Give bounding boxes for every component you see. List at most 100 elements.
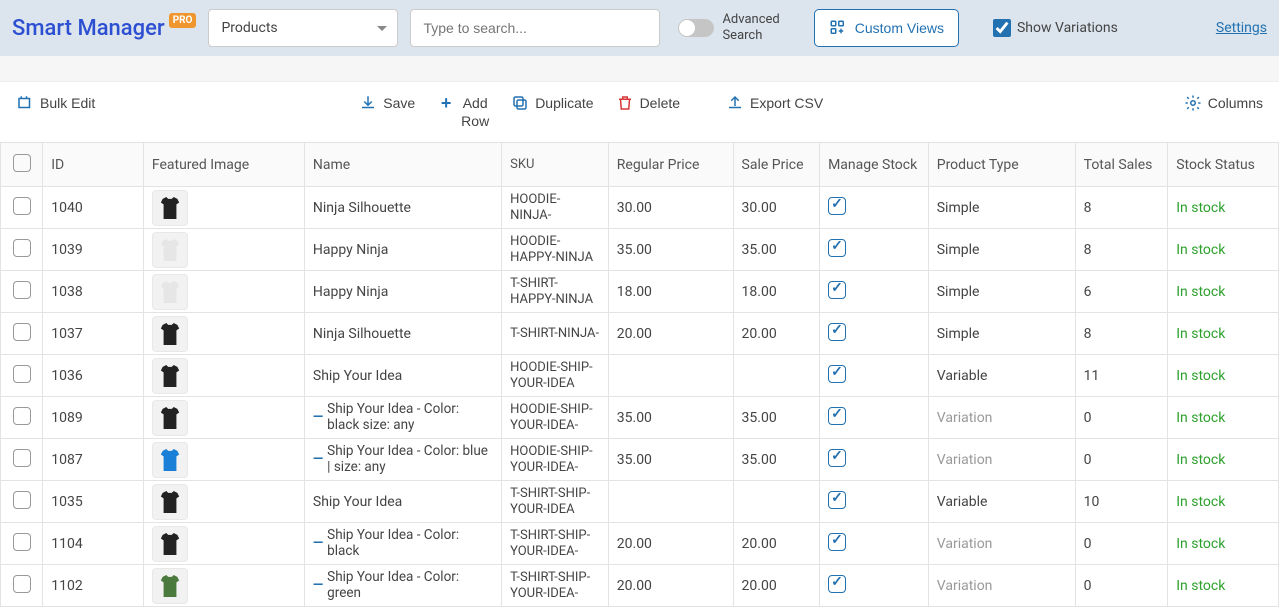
cell-manage-stock[interactable] (820, 565, 929, 607)
cell-manage-stock[interactable] (820, 313, 929, 355)
cell-total-sales[interactable]: 0 (1075, 397, 1168, 439)
cell-sku[interactable]: T-SHIRT-SHIP-YOUR-IDEA- (502, 523, 609, 565)
manage-stock-checkbox[interactable] (828, 407, 846, 425)
cell-regular-price[interactable]: 35.00 (608, 397, 733, 439)
cell-product-type[interactable]: Simple (928, 187, 1075, 229)
cell-image[interactable] (143, 313, 304, 355)
cell-image[interactable] (143, 229, 304, 271)
row-checkbox[interactable] (13, 365, 31, 383)
duplicate-button[interactable]: Duplicate (511, 94, 593, 130)
cell-product-type[interactable]: Variation (928, 397, 1075, 439)
bulk-edit-button[interactable]: Bulk Edit (16, 94, 95, 112)
cell-sku[interactable]: HOODIE-HAPPY-NINJA (502, 229, 609, 271)
cell-image[interactable] (143, 523, 304, 565)
row-checkbox[interactable] (13, 575, 31, 593)
cell-total-sales[interactable]: 10 (1075, 481, 1168, 523)
cell-image[interactable] (143, 397, 304, 439)
cell-sale-price[interactable]: 20.00 (733, 313, 820, 355)
cell-id[interactable]: 1102 (43, 565, 144, 607)
cell-sku[interactable]: T-SHIRT-SHIP-YOUR-IDEA (502, 481, 609, 523)
cell-product-type[interactable]: Variable (928, 481, 1075, 523)
add-row-button[interactable]: + AddRow (437, 94, 489, 130)
cell-name[interactable]: Ninja Silhouette (304, 187, 501, 229)
cell-stock-status[interactable]: In stock (1168, 565, 1279, 607)
cell-id[interactable]: 1089 (43, 397, 144, 439)
cell-sku[interactable]: HOODIE-SHIP-YOUR-IDEA- (502, 439, 609, 481)
cell-regular-price[interactable] (608, 481, 733, 523)
cell-product-type[interactable]: Variation (928, 439, 1075, 481)
cell-image[interactable] (143, 481, 304, 523)
cell-total-sales[interactable]: 0 (1075, 439, 1168, 481)
cell-stock-status[interactable]: In stock (1168, 481, 1279, 523)
cell-sale-price[interactable]: 18.00 (733, 271, 820, 313)
cell-sale-price[interactable] (733, 481, 820, 523)
custom-views-button[interactable]: Custom Views (814, 9, 959, 47)
manage-stock-checkbox[interactable] (828, 239, 846, 257)
cell-stock-status[interactable]: In stock (1168, 229, 1279, 271)
cell-stock-status[interactable]: In stock (1168, 397, 1279, 439)
cell-stock-status[interactable]: In stock (1168, 271, 1279, 313)
col-id[interactable]: ID (43, 143, 144, 187)
cell-total-sales[interactable]: 8 (1075, 187, 1168, 229)
search-input[interactable] (410, 9, 660, 47)
save-button[interactable]: Save (359, 94, 415, 130)
manage-stock-checkbox[interactable] (828, 575, 846, 593)
settings-link[interactable]: Settings (1216, 20, 1267, 36)
cell-total-sales[interactable]: 6 (1075, 271, 1168, 313)
manage-stock-checkbox[interactable] (828, 323, 846, 341)
cell-sale-price[interactable]: 35.00 (733, 229, 820, 271)
cell-id[interactable]: 1037 (43, 313, 144, 355)
col-stock-status[interactable]: Stock Status (1168, 143, 1279, 187)
cell-image[interactable] (143, 187, 304, 229)
manage-stock-checkbox[interactable] (828, 365, 846, 383)
cell-sku[interactable]: HOODIE-SHIP-YOUR-IDEA- (502, 397, 609, 439)
cell-name[interactable]: —Ship Your Idea - Color: green (304, 565, 501, 607)
cell-product-type[interactable]: Variation (928, 523, 1075, 565)
cell-product-type[interactable]: Variable (928, 355, 1075, 397)
cell-total-sales[interactable]: 0 (1075, 565, 1168, 607)
cell-sale-price[interactable]: 35.00 (733, 397, 820, 439)
col-manage-stock[interactable]: Manage Stock (820, 143, 929, 187)
select-all-checkbox[interactable] (13, 154, 31, 172)
cell-stock-status[interactable]: In stock (1168, 187, 1279, 229)
cell-sku[interactable]: T-SHIRT-SHIP-YOUR-IDEA- (502, 565, 609, 607)
cell-name[interactable]: —Ship Your Idea - Color: blue | size: an… (304, 439, 501, 481)
cell-id[interactable]: 1087 (43, 439, 144, 481)
cell-manage-stock[interactable] (820, 397, 929, 439)
cell-sale-price[interactable]: 20.00 (733, 565, 820, 607)
show-variations-checkbox[interactable]: Show Variations (993, 19, 1118, 37)
cell-manage-stock[interactable] (820, 439, 929, 481)
cell-manage-stock[interactable] (820, 523, 929, 565)
cell-product-type[interactable]: Simple (928, 313, 1075, 355)
manage-stock-checkbox[interactable] (828, 491, 846, 509)
advanced-search-toggle[interactable] (678, 19, 714, 37)
row-checkbox[interactable] (13, 197, 31, 215)
cell-stock-status[interactable]: In stock (1168, 523, 1279, 565)
cell-name[interactable]: Ninja Silhouette (304, 313, 501, 355)
col-featured-image[interactable]: Featured Image (143, 143, 304, 187)
cell-total-sales[interactable]: 0 (1075, 523, 1168, 565)
row-checkbox[interactable] (13, 449, 31, 467)
manage-stock-checkbox[interactable] (828, 197, 846, 215)
cell-regular-price[interactable]: 35.00 (608, 229, 733, 271)
dashboard-dropdown[interactable]: Products (208, 9, 398, 47)
cell-sale-price[interactable]: 20.00 (733, 523, 820, 565)
cell-regular-price[interactable]: 20.00 (608, 523, 733, 565)
row-checkbox[interactable] (13, 281, 31, 299)
cell-regular-price[interactable]: 20.00 (608, 313, 733, 355)
manage-stock-checkbox[interactable] (828, 449, 846, 467)
cell-sku[interactable]: HOODIE-SHIP-YOUR-IDEA (502, 355, 609, 397)
cell-product-type[interactable]: Variation (928, 565, 1075, 607)
cell-manage-stock[interactable] (820, 355, 929, 397)
cell-manage-stock[interactable] (820, 271, 929, 313)
cell-total-sales[interactable]: 11 (1075, 355, 1168, 397)
cell-product-type[interactable]: Simple (928, 271, 1075, 313)
delete-button[interactable]: Delete (616, 94, 680, 130)
col-total-sales[interactable]: Total Sales (1075, 143, 1168, 187)
cell-sku[interactable]: T-SHIRT-HAPPY-NINJA (502, 271, 609, 313)
cell-id[interactable]: 1104 (43, 523, 144, 565)
row-checkbox[interactable] (13, 491, 31, 509)
col-sale-price[interactable]: Sale Price (733, 143, 820, 187)
cell-manage-stock[interactable] (820, 187, 929, 229)
cell-regular-price[interactable]: 35.00 (608, 439, 733, 481)
